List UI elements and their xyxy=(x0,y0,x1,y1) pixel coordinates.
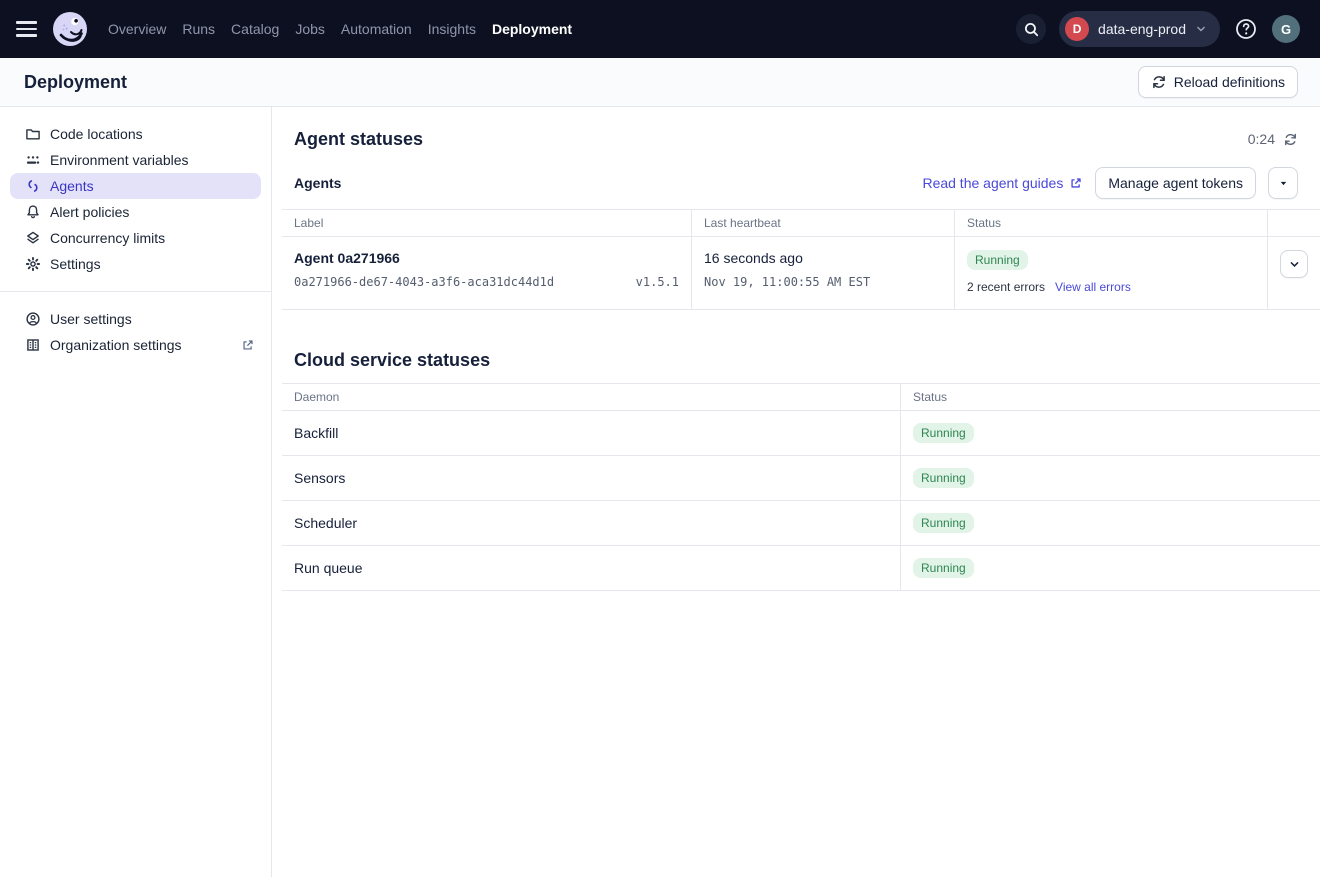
sidebar-item-label: Concurrency limits xyxy=(50,230,165,246)
chevron-down-icon xyxy=(1288,258,1301,271)
sidebar-item-user-settings[interactable]: User settings xyxy=(10,306,261,332)
agent-id: 0a271966-de67-4043-a3f6-aca31dc44d1d xyxy=(294,275,554,289)
refresh-countdown: 0:24 xyxy=(1248,131,1275,147)
external-link-icon xyxy=(241,338,255,352)
daemon-name: Sensors xyxy=(282,456,901,501)
agents-table: Label Last heartbeat Status Agent 0a2719… xyxy=(282,209,1320,310)
env-vars-icon xyxy=(25,152,41,168)
agents-icon xyxy=(25,178,41,194)
status-badge: Running xyxy=(913,423,974,443)
refresh-icon[interactable] xyxy=(1283,132,1298,147)
agent-guides-link[interactable]: Read the agent guides xyxy=(922,175,1083,191)
daemon-name: Run queue xyxy=(282,546,901,591)
deployment-badge: D xyxy=(1065,17,1089,41)
manage-agent-tokens-label: Manage agent tokens xyxy=(1108,175,1243,191)
top-navigation-bar: Overview Runs Catalog Jobs Automation In… xyxy=(0,0,1320,58)
sidebar-item-label: Code locations xyxy=(50,126,143,142)
sidebar-item-environment-variables[interactable]: Environment variables xyxy=(10,147,261,173)
deployment-name: data-eng-prod xyxy=(1098,21,1186,37)
nav-item-insights[interactable]: Insights xyxy=(428,21,476,37)
deployment-sidebar: Code locations Environment variables Age… xyxy=(0,107,272,877)
user-icon xyxy=(25,311,41,327)
sidebar-item-label: Alert policies xyxy=(50,204,129,220)
sidebar-item-label: User settings xyxy=(50,311,132,327)
column-header-actions xyxy=(1268,210,1320,237)
nav-item-catalog[interactable]: Catalog xyxy=(231,21,279,37)
sidebar-item-concurrency-limits[interactable]: Concurrency limits xyxy=(10,225,261,251)
reload-icon xyxy=(1151,74,1167,90)
nav-item-overview[interactable]: Overview xyxy=(108,21,166,37)
heartbeat-timestamp: Nov 19, 11:00:55 AM EST xyxy=(704,275,942,289)
sidebar-item-organization-settings[interactable]: Organization settings xyxy=(10,332,261,358)
gear-icon xyxy=(25,256,41,272)
expand-agent-row-button[interactable] xyxy=(1280,250,1308,278)
recent-errors-text: 2 recent errors xyxy=(967,280,1045,294)
reload-definitions-button[interactable]: Reload definitions xyxy=(1138,66,1298,98)
status-badge: Running xyxy=(967,250,1028,270)
daemon-status-cell: Running xyxy=(901,501,1320,546)
sidebar-item-settings[interactable]: Settings xyxy=(10,251,261,277)
dagster-logo-icon[interactable] xyxy=(52,11,88,47)
primary-nav: Overview Runs Catalog Jobs Automation In… xyxy=(108,21,572,37)
heartbeat-relative: 16 seconds ago xyxy=(704,250,942,266)
status-badge: Running xyxy=(913,558,974,578)
agent-name: Agent 0a271966 xyxy=(294,250,679,266)
sidebar-item-label: Settings xyxy=(50,256,101,272)
daemon-name: Scheduler xyxy=(282,501,901,546)
agent-statuses-title: Agent statuses xyxy=(294,129,423,150)
chevron-down-icon xyxy=(1195,23,1207,35)
page-title: Deployment xyxy=(24,72,127,93)
org-icon xyxy=(25,337,41,353)
sidebar-divider xyxy=(0,291,271,292)
main-content: Agent statuses 0:24 Agents Read the agen… xyxy=(272,107,1320,877)
agent-version: v1.5.1 xyxy=(636,275,679,289)
nav-item-automation[interactable]: Automation xyxy=(341,21,412,37)
status-badge: Running xyxy=(913,513,974,533)
column-header-label: Label xyxy=(282,210,692,237)
reload-definitions-label: Reload definitions xyxy=(1174,74,1285,90)
agent-label-cell: Agent 0a271966 0a271966-de67-4043-a3f6-a… xyxy=(282,237,692,310)
layers-icon xyxy=(25,230,41,246)
agents-section-heading: Agents xyxy=(294,175,341,191)
column-header-last-heartbeat: Last heartbeat xyxy=(692,210,955,237)
sidebar-item-agents[interactable]: Agents xyxy=(10,173,261,199)
deployment-switcher[interactable]: D data-eng-prod xyxy=(1059,11,1220,47)
column-header-status: Status xyxy=(955,210,1268,237)
sidebar-item-alert-policies[interactable]: Alert policies xyxy=(10,199,261,225)
daemon-status-cell: Running xyxy=(901,411,1320,456)
help-icon[interactable] xyxy=(1233,16,1259,42)
column-header-status: Status xyxy=(901,384,1320,411)
external-link-icon xyxy=(1069,176,1083,190)
nav-item-jobs[interactable]: Jobs xyxy=(295,21,325,37)
page-header: Deployment Reload definitions xyxy=(0,58,1320,107)
agent-actions-cell xyxy=(1268,237,1320,310)
column-header-daemon: Daemon xyxy=(282,384,901,411)
cloud-service-table: Daemon Status Backfill Running Sensors R… xyxy=(282,383,1320,591)
bell-icon xyxy=(25,204,41,220)
nav-item-runs[interactable]: Runs xyxy=(182,21,215,37)
agent-guides-link-label: Read the agent guides xyxy=(922,175,1063,191)
sidebar-item-label: Agents xyxy=(50,178,94,194)
caret-down-icon xyxy=(1278,178,1289,189)
sidebar-item-label: Organization settings xyxy=(50,337,182,353)
view-all-errors-link[interactable]: View all errors xyxy=(1055,280,1131,294)
daemon-status-cell: Running xyxy=(901,456,1320,501)
nav-item-deployment[interactable]: Deployment xyxy=(492,21,572,37)
topnav-right-cluster: D data-eng-prod G xyxy=(1016,11,1300,47)
sidebar-item-label: Environment variables xyxy=(50,152,189,168)
sidebar-item-code-locations[interactable]: Code locations xyxy=(10,121,261,147)
daemon-status-cell: Running xyxy=(901,546,1320,591)
daemon-name: Backfill xyxy=(282,411,901,456)
manage-agent-tokens-button[interactable]: Manage agent tokens xyxy=(1095,167,1256,199)
status-badge: Running xyxy=(913,468,974,488)
user-avatar[interactable]: G xyxy=(1272,15,1300,43)
folder-icon xyxy=(25,126,41,142)
cloud-service-statuses-title: Cloud service statuses xyxy=(294,350,1298,371)
agent-heartbeat-cell: 16 seconds ago Nov 19, 11:00:55 AM EST xyxy=(692,237,955,310)
menu-icon[interactable] xyxy=(16,15,44,43)
agents-more-actions-button[interactable] xyxy=(1268,167,1298,199)
search-icon[interactable] xyxy=(1016,14,1046,44)
agent-status-cell: Running 2 recent errors View all errors xyxy=(955,237,1268,310)
